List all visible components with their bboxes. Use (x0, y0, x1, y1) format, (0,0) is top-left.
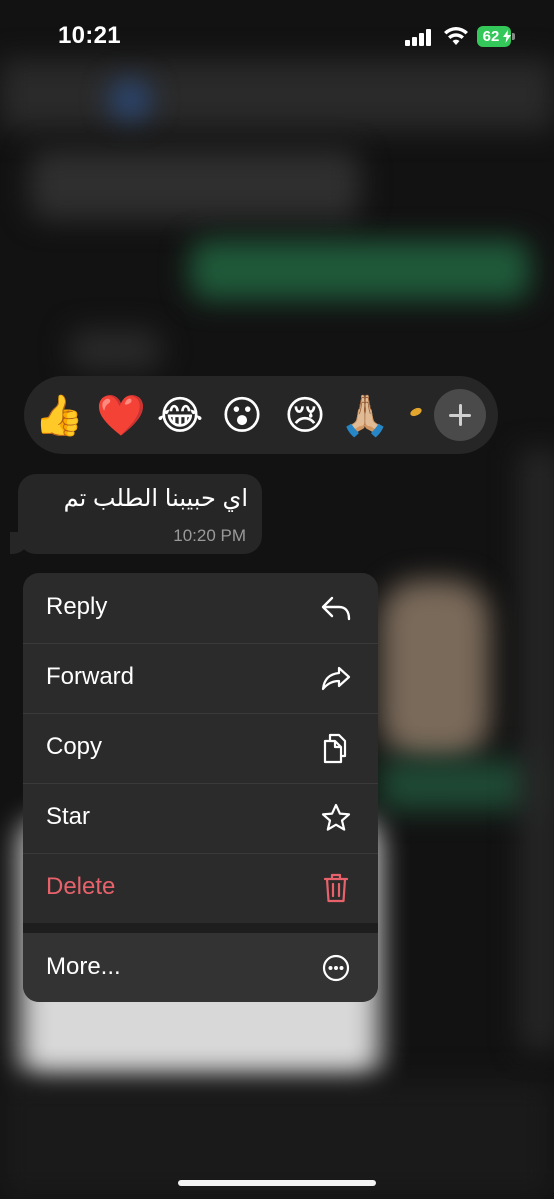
reaction-crying[interactable]: 😢 (280, 392, 330, 440)
message-timestamp: 10:20 PM (173, 526, 246, 545)
battery-icon: 62 (477, 26, 517, 47)
cellular-signal-icon (405, 28, 435, 46)
wifi-icon (444, 27, 468, 45)
menu-item-label: Forward (46, 663, 135, 690)
menu-item-reply[interactable]: Reply (23, 573, 378, 644)
reaction-praying-hands[interactable]: 🙏🏼 (340, 392, 390, 440)
message-context-menu: Reply Forward Copy Star Delete More... (23, 573, 378, 1002)
trash-icon (323, 873, 349, 903)
message-text: اي حبيبنا الطلب تم (63, 485, 248, 512)
status-time: 10:21 (58, 22, 121, 49)
menu-item-label: Delete (46, 873, 116, 900)
menu-item-label: More... (46, 953, 121, 980)
partial-emoji-icon (410, 407, 422, 417)
menu-item-star[interactable]: Star (23, 783, 378, 854)
forward-icon (321, 666, 351, 691)
menu-item-delete[interactable]: Delete (23, 853, 378, 924)
star-icon (321, 803, 351, 831)
status-bar: 10:21 62 (0, 0, 554, 72)
reaction-thumbs-up[interactable]: 👍 (34, 392, 84, 440)
menu-item-copy[interactable]: Copy (23, 713, 378, 784)
menu-item-more[interactable]: More... (23, 933, 378, 1002)
copy-icon (323, 733, 347, 764)
menu-item-forward[interactable]: Forward (23, 643, 378, 714)
menu-item-label: Star (46, 803, 91, 830)
menu-separator (23, 923, 378, 933)
reaction-heart[interactable]: ❤️ (96, 392, 146, 440)
reaction-surprised[interactable]: 😮 (217, 392, 267, 440)
reply-icon (321, 596, 351, 621)
menu-item-label: Reply (46, 593, 108, 620)
menu-item-label: Copy (46, 733, 103, 760)
more-reactions-button[interactable] (434, 389, 486, 441)
home-indicator[interactable] (178, 1180, 376, 1186)
charging-bolt-icon (503, 30, 511, 43)
reaction-laughing[interactable]: 😂 (155, 392, 205, 440)
battery-percent: 62 (482, 28, 500, 45)
more-icon (322, 954, 350, 982)
